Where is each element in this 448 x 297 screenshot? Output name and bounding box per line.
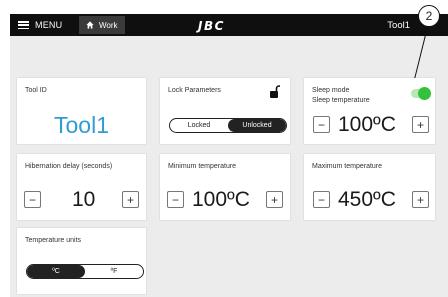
lock-parameters-label: Lock Parameters: [168, 87, 221, 94]
sleep-temperature-label: Sleep temperature: [312, 97, 370, 104]
sleep-temp-decrease-button[interactable]: −: [313, 116, 330, 133]
min-temp-increase-button[interactable]: +: [266, 191, 283, 208]
menu-label: MENU: [35, 20, 63, 30]
hibernation-increase-button[interactable]: +: [122, 191, 139, 208]
unlock-icon: [270, 85, 280, 98]
toggle-knob: [418, 87, 431, 100]
current-tool-name: Tool1: [387, 19, 410, 31]
hibernation-delay-label: Hibernation delay (seconds): [25, 163, 113, 170]
tab-work-label: Work: [99, 20, 118, 30]
menu-button[interactable]: MENU: [18, 14, 62, 36]
units-option-fahrenheit[interactable]: ºF: [85, 265, 143, 278]
card-temperature-units: Temperature units ºC ºF: [17, 228, 146, 294]
min-temp-value: 100ºC: [192, 188, 250, 211]
card-minimum-temperature: Minimum temperature − 100ºC +: [160, 154, 290, 220]
max-temp-increase-button[interactable]: +: [412, 191, 429, 208]
lock-toggle[interactable]: Locked Unlocked: [169, 118, 287, 133]
sleep-temp-increase-button[interactable]: +: [412, 116, 429, 133]
card-lock-parameters: Lock Parameters Locked Unlocked: [160, 78, 290, 144]
tab-work[interactable]: Work: [79, 16, 125, 34]
tool-id-label: Tool ID: [25, 87, 47, 94]
sleep-temp-value: 100ºC: [338, 113, 396, 136]
card-hibernation-delay: Hibernation delay (seconds) − 10 +: [17, 154, 146, 220]
sleep-mode-toggle[interactable]: [411, 87, 431, 100]
sleep-mode-label: Sleep mode Sleep temperature: [312, 86, 370, 106]
hibernation-decrease-button[interactable]: −: [24, 191, 41, 208]
hamburger-icon: [18, 21, 29, 29]
callout-marker: 2: [418, 5, 440, 27]
min-temp-label: Minimum temperature: [168, 163, 237, 170]
lock-option-locked[interactable]: Locked: [170, 119, 228, 132]
temperature-units-label: Temperature units: [25, 237, 82, 244]
card-maximum-temperature: Maximum temperature − 450ºC +: [304, 154, 435, 220]
tool-id-value[interactable]: Tool1: [17, 112, 146, 139]
home-icon: [86, 21, 94, 29]
jbc-logo: JBC: [198, 19, 225, 33]
max-temp-label: Maximum temperature: [312, 163, 383, 170]
max-temp-value: 450ºC: [338, 188, 396, 211]
units-option-celsius[interactable]: ºC: [27, 265, 85, 278]
top-bar: MENU Work JBC Tool1: [10, 14, 448, 36]
max-temp-decrease-button[interactable]: −: [313, 191, 330, 208]
card-tool-id: Tool ID Tool1: [17, 78, 146, 144]
sleep-mode-title: Sleep mode: [312, 87, 350, 94]
temperature-units-toggle[interactable]: ºC ºF: [26, 264, 144, 279]
lock-option-unlocked[interactable]: Unlocked: [228, 119, 286, 132]
card-sleep-mode: Sleep mode Sleep temperature − 100ºC +: [304, 78, 435, 144]
min-temp-decrease-button[interactable]: −: [167, 191, 184, 208]
hibernation-value: 10: [72, 188, 96, 211]
